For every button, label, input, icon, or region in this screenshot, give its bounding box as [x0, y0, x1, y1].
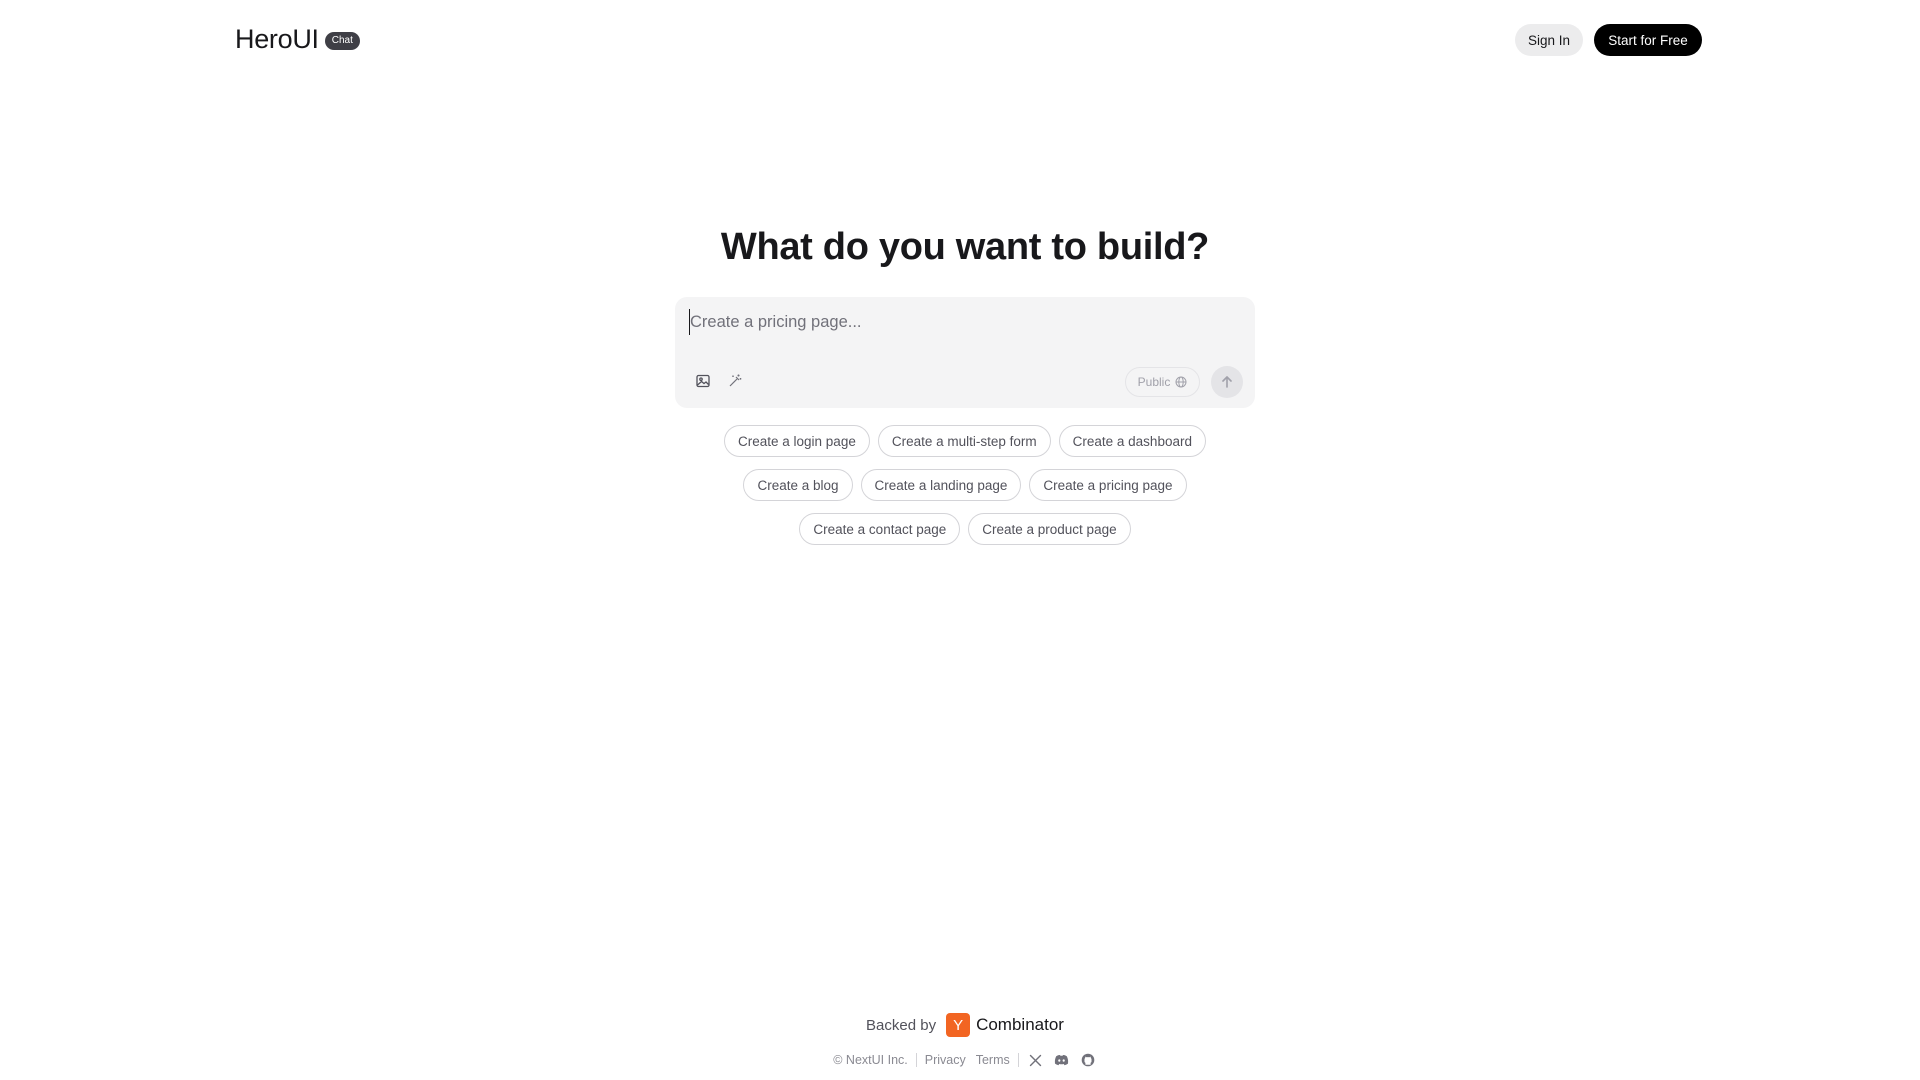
suggestion-chip[interactable]: Create a blog — [743, 469, 853, 501]
copyright: © NextUI Inc. — [833, 1053, 908, 1067]
divider — [915, 1053, 917, 1067]
prompt-input[interactable] — [689, 309, 1229, 335]
logo-badge: Chat — [324, 31, 360, 50]
suggestion-chip[interactable]: Create a contact page — [799, 513, 961, 545]
x-icon[interactable] — [1027, 1051, 1045, 1069]
backed-by: Backed by Y Combinator — [0, 1013, 1920, 1037]
logo-text: HeroUI — [235, 24, 319, 54]
y-combinator-text: Combinator — [976, 1015, 1064, 1034]
y-combinator-link[interactable]: Y Combinator — [946, 1013, 1064, 1037]
page-title: What do you want to build? — [720, 226, 1210, 268]
discord-icon[interactable] — [1053, 1051, 1071, 1069]
suggestion-chip[interactable]: Create a dashboard — [1058, 425, 1206, 457]
start-for-free-button[interactable]: Start for Free — [1594, 24, 1702, 56]
globe-icon — [1175, 376, 1187, 388]
visibility-toggle[interactable]: Public — [1125, 367, 1200, 397]
logo[interactable]: HeroUI Chat — [235, 24, 360, 55]
backed-by-label: Backed by — [866, 1016, 937, 1034]
page: HeroUI Chat Sign In Start for Free What … — [0, 0, 1920, 1080]
suggestion-chip[interactable]: Create a login page — [724, 425, 870, 457]
suggestion-chip[interactable]: Create a product page — [968, 513, 1131, 545]
terms-link[interactable]: Terms — [976, 1053, 1010, 1067]
suggestion-list: Create a login page Create a multi-step … — [675, 425, 1255, 545]
image-icon[interactable] — [692, 370, 714, 392]
privacy-link[interactable]: Privacy — [925, 1053, 966, 1067]
header: HeroUI Chat Sign In Start for Free — [0, 0, 1920, 80]
send-button[interactable] — [1211, 366, 1243, 398]
divider — [1017, 1053, 1019, 1067]
magic-wand-icon[interactable] — [724, 370, 746, 392]
github-icon[interactable] — [1079, 1051, 1097, 1069]
y-combinator-logo: Y — [946, 1013, 971, 1037]
visibility-label: Public — [1137, 375, 1171, 389]
suggestion-chip[interactable]: Create a landing page — [860, 469, 1022, 501]
prompt-box: Public — [675, 297, 1255, 408]
social-links — [1027, 1051, 1097, 1069]
suggestion-chip[interactable]: Create a multi-step form — [877, 425, 1051, 457]
suggestion-chip[interactable]: Create a pricing page — [1029, 469, 1187, 501]
arrow-up-icon — [1220, 375, 1234, 389]
footer: © NextUI Inc. Privacy Terms — [0, 1051, 1920, 1069]
sign-in-button[interactable]: Sign In — [1515, 24, 1583, 56]
